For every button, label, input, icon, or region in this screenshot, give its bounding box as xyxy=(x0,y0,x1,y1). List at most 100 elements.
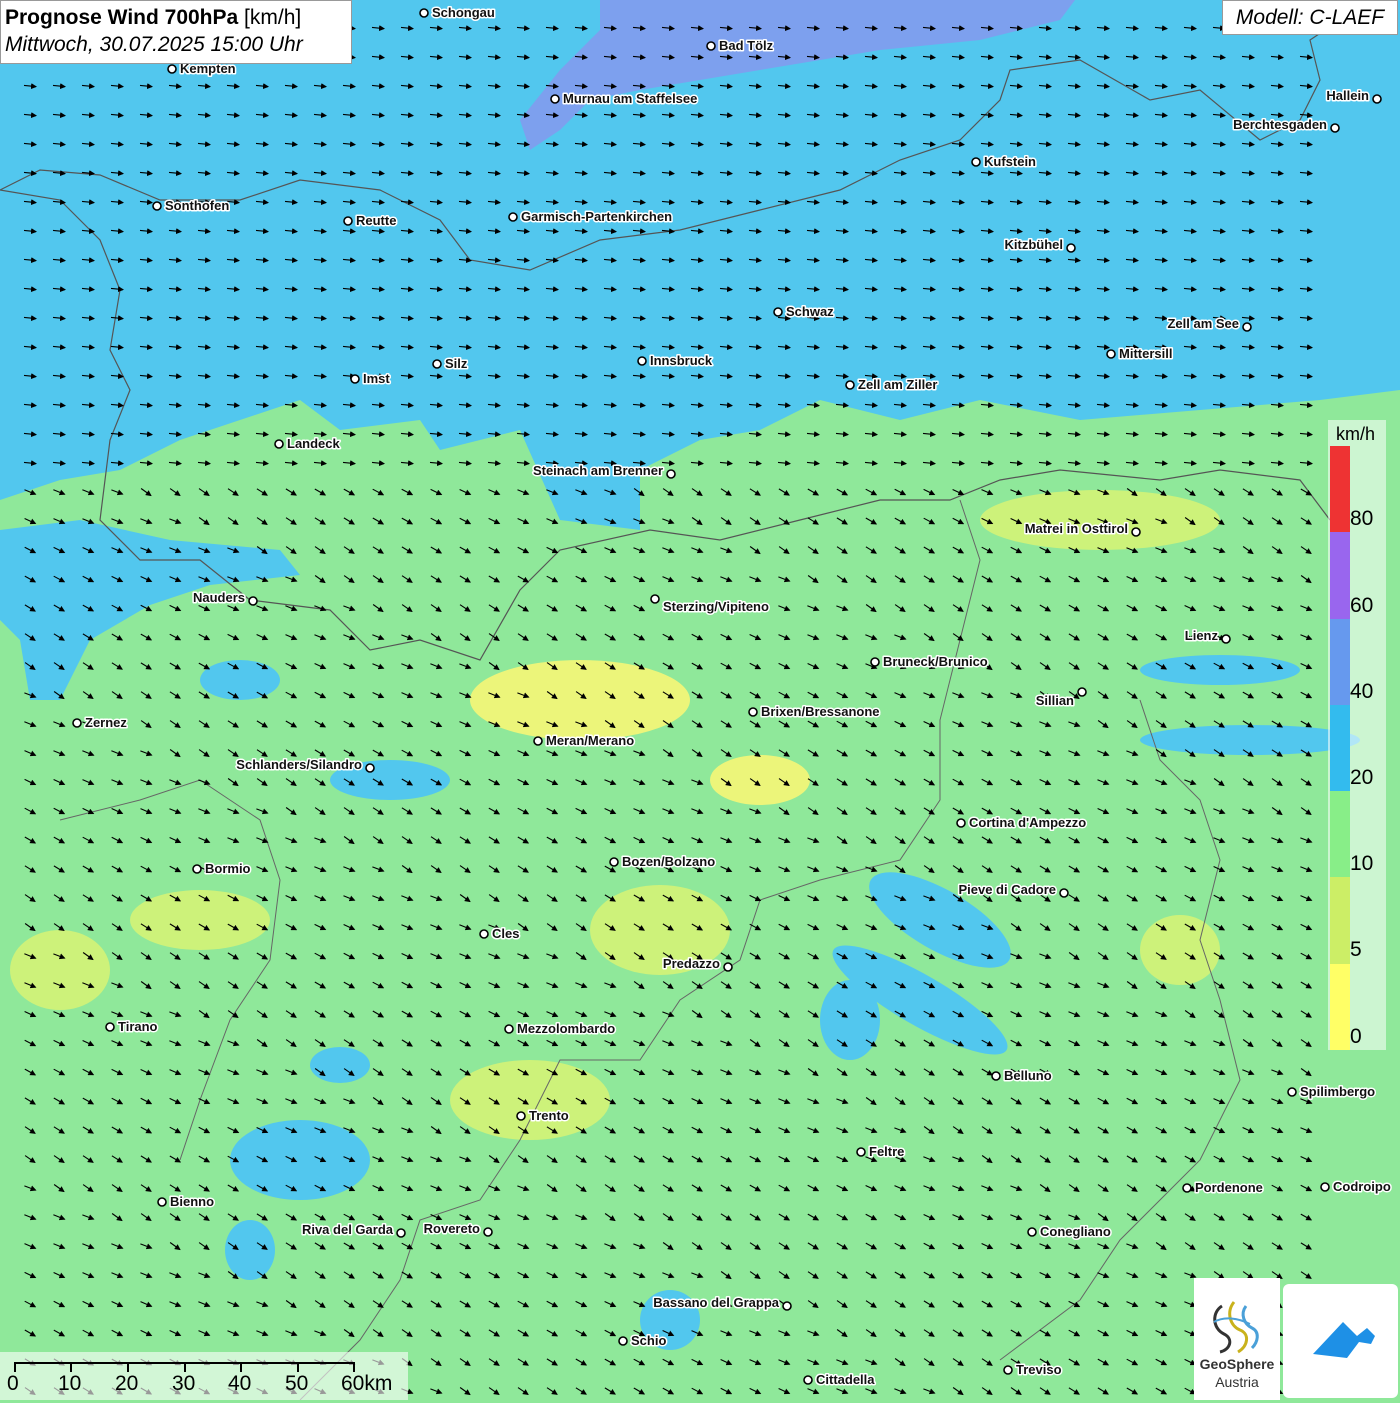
city-dot-icon xyxy=(396,1228,406,1238)
city-dot-icon xyxy=(432,359,442,369)
city-dot-icon xyxy=(1066,243,1076,253)
city-dot-icon xyxy=(419,8,429,18)
city-dot-icon xyxy=(1131,527,1141,537)
city-dot-icon xyxy=(782,1301,792,1311)
city-dot-icon xyxy=(483,1227,493,1237)
city-label: Berchtesgaden xyxy=(1233,117,1327,132)
scale-tick xyxy=(127,1362,129,1372)
city-label: Nauders xyxy=(193,590,245,605)
city-label: Matrei in Osttirol xyxy=(1025,521,1128,536)
city-label: Imst xyxy=(363,371,390,386)
city-label: Bormio xyxy=(205,861,251,876)
city-label: Sillian xyxy=(1036,693,1074,708)
city-label: Treviso xyxy=(1016,1362,1062,1377)
legend-seg-40-60 xyxy=(1330,619,1350,705)
city-dot-icon xyxy=(350,374,360,384)
city-dot-icon xyxy=(157,1197,167,1207)
scale-label: 60km xyxy=(341,1372,393,1395)
city-dot-icon xyxy=(508,212,518,222)
city-dot-icon xyxy=(666,469,676,479)
city-dot-icon xyxy=(1242,322,1252,332)
city-dot-icon xyxy=(637,356,647,366)
city-label: Kufstein xyxy=(984,154,1036,169)
scale-tick xyxy=(240,1362,242,1372)
city-dot-icon xyxy=(870,657,880,667)
city-dot-icon xyxy=(971,157,981,167)
legend-seg-0-5 xyxy=(1330,964,1350,1050)
legend-tick: 40 xyxy=(1350,680,1374,703)
wind-map[interactable]: SchongauBad TölzKemptenMurnau am Staffel… xyxy=(0,0,1400,1400)
city-dot-icon xyxy=(773,307,783,317)
wind-field-0-5 xyxy=(470,660,690,740)
city-dot-icon xyxy=(1027,1227,1037,1237)
city-label: Murnau am Staffelsee xyxy=(563,91,697,106)
scale-label: 10 xyxy=(58,1372,82,1395)
wind-field-5-10 xyxy=(130,890,270,950)
legend-seg-60-80 xyxy=(1330,532,1350,619)
wind-field-20-40 xyxy=(1140,655,1300,685)
forecast-datetime: Mittwoch, 30.07.2025 15:00 Uhr xyxy=(5,33,303,56)
legend-tick: 0 xyxy=(1350,1025,1362,1048)
city-label: Conegliano xyxy=(1040,1224,1111,1239)
geosphere-sub: Austria xyxy=(1215,1374,1259,1390)
title-box: Prognose Wind 700hPa [km/h] Mittwoch, 30… xyxy=(0,0,352,64)
city-label: Pieve di Cadore xyxy=(958,882,1056,897)
city-dot-icon xyxy=(105,1022,115,1032)
wind-field-0-5 xyxy=(710,755,810,805)
city-label: Schwaz xyxy=(786,304,834,319)
city-label: Sterzing/Vipiteno xyxy=(663,599,769,614)
city-label: Codroipo xyxy=(1333,1179,1391,1194)
city-label: Schlanders/Silandro xyxy=(236,757,362,772)
city-label: Silz xyxy=(445,356,468,371)
city-label: Hallein xyxy=(1326,88,1369,103)
city-dot-icon xyxy=(504,1024,514,1034)
city-label: Zell am Ziller xyxy=(858,377,937,392)
geosphere-logo[interactable]: GeoSphere Austria xyxy=(1194,1278,1280,1400)
legend-seg-20-40 xyxy=(1330,705,1350,791)
city-label: Landeck xyxy=(287,436,341,451)
city-label: Bienno xyxy=(170,1194,214,1209)
city-label: Belluno xyxy=(1004,1068,1052,1083)
scale-tick xyxy=(184,1362,186,1372)
city-label: Spilimbergo xyxy=(1300,1084,1375,1099)
scale-tick xyxy=(297,1362,299,1372)
city-dot-icon xyxy=(1320,1182,1330,1192)
city-dot-icon xyxy=(192,864,202,874)
city-label: Brixen/Bressanone xyxy=(761,704,880,719)
city-dot-icon xyxy=(1059,888,1069,898)
city-dot-icon xyxy=(550,94,560,104)
city-dot-icon xyxy=(152,201,162,211)
app-logo[interactable] xyxy=(1283,1284,1398,1398)
city-dot-icon xyxy=(1182,1183,1192,1193)
city-label: Bozen/Bolzano xyxy=(622,854,715,869)
scale-tick xyxy=(70,1362,72,1372)
city-dot-icon xyxy=(618,1336,628,1346)
map-unit: [km/h] xyxy=(244,6,302,29)
city-label: Predazzo xyxy=(663,956,720,971)
wind-field-20-40 xyxy=(200,660,280,700)
city-dot-icon xyxy=(1372,94,1382,104)
city-label: Tirano xyxy=(118,1019,158,1034)
city-label: Riva del Garda xyxy=(302,1222,394,1237)
city-label: Kitzbühel xyxy=(1005,237,1064,252)
city-dot-icon xyxy=(956,818,966,828)
city-label: Zell am See xyxy=(1167,316,1239,331)
city-dot-icon xyxy=(706,41,716,51)
scale-label: 0 xyxy=(7,1372,19,1395)
city-label: Bassano del Grappa xyxy=(653,1295,779,1310)
scale-label: 20 xyxy=(115,1372,139,1395)
city-label: Feltre xyxy=(869,1144,904,1159)
wind-field-20-40 xyxy=(1140,725,1360,755)
legend-unit: km/h xyxy=(1336,424,1376,444)
city-label: Mittersill xyxy=(1119,346,1172,361)
city-dot-icon xyxy=(1221,634,1231,644)
legend-seg-5-10 xyxy=(1330,877,1350,964)
scale-bar: 0 10 20 30 40 50 60km xyxy=(0,1352,408,1400)
legend-tick: 10 xyxy=(1350,852,1374,875)
city-label: Schongau xyxy=(432,5,495,20)
city-dot-icon xyxy=(533,736,543,746)
legend-colorbar xyxy=(1330,446,1350,1050)
geosphere-name: GeoSphere xyxy=(1199,1356,1275,1372)
city-dot-icon xyxy=(1330,123,1340,133)
legend-tick: 5 xyxy=(1350,938,1362,961)
